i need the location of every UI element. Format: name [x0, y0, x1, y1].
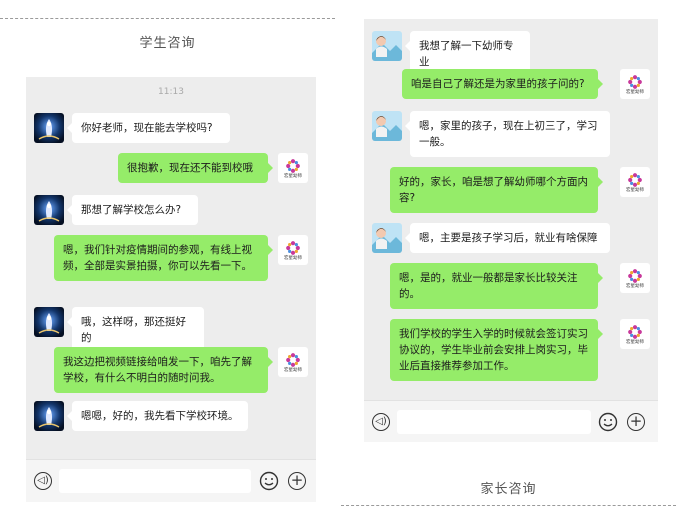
- message-time: 11:13: [158, 87, 184, 97]
- chat-message: 嗯嗯，好的，我先看下学校环境。: [26, 401, 316, 433]
- chat-message: 嗯，主要是孩子学习后，就业有啥保障: [364, 223, 658, 253]
- left-caption: 学生咨询: [139, 36, 196, 51]
- school-logo-text: 宏星幼师: [626, 339, 644, 345]
- chat-message: 宏星幼师 嗯，是的，就业一般都是家长比较关注的。: [364, 263, 658, 309]
- incoming-message-bubble[interactable]: 那想了解学校怎么办?: [67, 195, 198, 225]
- right-message-input[interactable]: [397, 410, 591, 434]
- chat-message: 宏星幼师 很抱歉，现在还不能到校哦: [26, 153, 316, 185]
- school-logo-text: 宏星幼师: [626, 89, 644, 95]
- chat-message: 宏星幼师 我们学校的学生入学的时候就会签订实习协议的，学生毕业前会安排上岗实习，毕…: [364, 319, 658, 381]
- right-caption: 家长咨询: [480, 482, 537, 497]
- chat-message: 宏星幼师 嗯，我们针对疫情期间的参观，有线上视频，全部是实景拍摄，你可以先看一下。: [26, 235, 316, 295]
- student-chat-panel: 11:13 你好老师，现在能去学校吗? 宏星幼师 很抱歉，现在还不能到校哦那想了解学…: [26, 77, 316, 502]
- outgoing-message-bubble[interactable]: 嗯，我们针对疫情期间的参观，有线上视频，全部是实景拍摄，你可以先看一下。: [54, 235, 273, 281]
- chat-message: 哦，这样呀，那还挺好的: [26, 307, 316, 353]
- student-avatar[interactable]: [34, 401, 64, 431]
- incoming-message-bubble[interactable]: 嗯，家里的孩子，现在上初三了，学习一般。: [405, 111, 610, 157]
- school-logo-text: 宏星幼师: [626, 283, 644, 289]
- incoming-message-bubble[interactable]: 嗯，主要是孩子学习后，就业有啥保障: [405, 223, 610, 253]
- school-logo-text: 宏星幼师: [284, 367, 302, 373]
- plus-icon[interactable]: +: [627, 413, 645, 431]
- outgoing-message-bubble[interactable]: 很抱歉，现在还不能到校哦: [118, 153, 273, 183]
- school-logo-avatar[interactable]: 宏星幼师: [620, 263, 650, 293]
- voice-icon[interactable]: ◁): [372, 413, 390, 431]
- outgoing-message-bubble[interactable]: 好的，家长，咱是想了解幼师哪个方面内容?: [390, 167, 603, 213]
- student-avatar[interactable]: [34, 307, 64, 337]
- parent-avatar[interactable]: [372, 111, 402, 141]
- parent-avatar[interactable]: [372, 31, 402, 61]
- school-logo-text: 宏星幼师: [284, 173, 302, 179]
- left-input-bar: ◁) +: [26, 459, 316, 502]
- left-top-dashed-divider: [0, 18, 335, 19]
- school-logo-avatar[interactable]: 宏星幼师: [278, 153, 308, 183]
- plus-icon[interactable]: +: [288, 472, 306, 490]
- incoming-message-bubble[interactable]: 你好老师，现在能去学校吗?: [67, 113, 230, 143]
- right-input-bar: ◁) +: [364, 400, 658, 442]
- outgoing-message-bubble[interactable]: 我们学校的学生入学的时候就会签订实习协议的，学生毕业前会安排上岗实习，毕业后直接…: [390, 319, 603, 381]
- incoming-message-bubble[interactable]: 嗯嗯，好的，我先看下学校环境。: [67, 401, 248, 431]
- voice-icon[interactable]: ◁): [34, 472, 52, 490]
- chat-message: 嗯，家里的孩子，现在上初三了，学习一般。: [364, 111, 658, 157]
- student-avatar[interactable]: [34, 195, 64, 225]
- chat-message: 宏星幼师 咱是自己了解还是为家里的孩子问的?: [364, 69, 658, 101]
- emoji-icon[interactable]: [259, 471, 279, 491]
- school-logo-avatar[interactable]: 宏星幼师: [278, 235, 308, 265]
- school-logo-avatar[interactable]: 宏星幼师: [620, 167, 650, 197]
- left-message-input[interactable]: [59, 469, 251, 493]
- school-logo-avatar[interactable]: 宏星幼师: [620, 319, 650, 349]
- chat-message: 宏星幼师 好的，家长，咱是想了解幼师哪个方面内容?: [364, 167, 658, 213]
- emoji-icon[interactable]: [598, 412, 618, 432]
- outgoing-message-bubble[interactable]: 我这边把视频链接给咱发一下，咱先了解学校，有什么不明白的随时问我。: [54, 347, 273, 393]
- student-avatar[interactable]: [34, 113, 64, 143]
- chat-message: 那想了解学校怎么办?: [26, 195, 316, 225]
- chat-message: 宏星幼师 我这边把视频链接给咱发一下，咱先了解学校，有什么不明白的随时问我。: [26, 347, 316, 393]
- right-bottom-dashed-divider: [341, 505, 676, 506]
- chat-message: 我想了解一下幼师专业: [364, 31, 658, 77]
- outgoing-message-bubble[interactable]: 嗯，是的，就业一般都是家长比较关注的。: [390, 263, 603, 309]
- outgoing-message-bubble[interactable]: 咱是自己了解还是为家里的孩子问的?: [402, 69, 603, 99]
- parent-chat-panel: 我想了解一下幼师专业宏星幼师 咱是自己了解还是为家里的孩子问的? 嗯，家里的孩子，现…: [364, 19, 658, 442]
- school-logo-text: 宏星幼师: [284, 255, 302, 261]
- school-logo-avatar[interactable]: 宏星幼师: [278, 347, 308, 377]
- parent-avatar[interactable]: [372, 223, 402, 253]
- school-logo-avatar[interactable]: 宏星幼师: [620, 69, 650, 99]
- school-logo-text: 宏星幼师: [626, 187, 644, 193]
- chat-message: 你好老师，现在能去学校吗?: [26, 113, 316, 149]
